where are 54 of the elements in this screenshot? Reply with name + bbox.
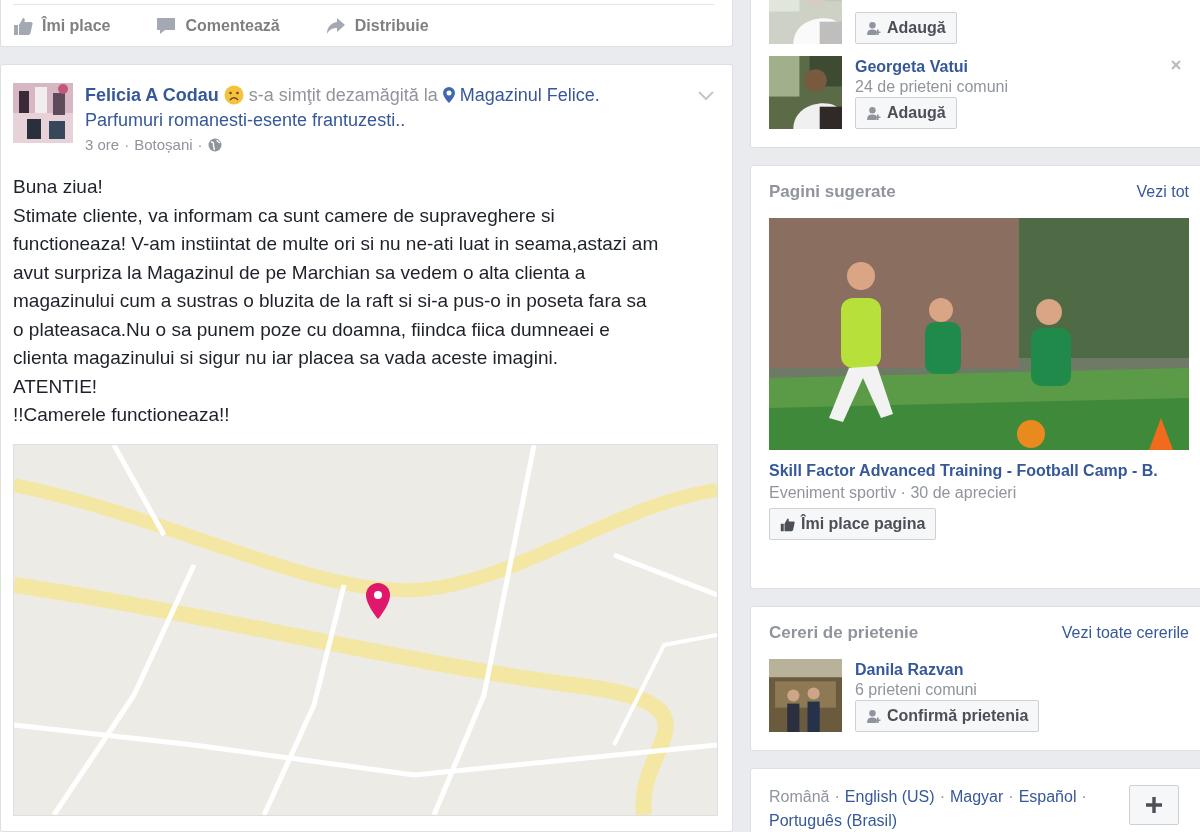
section-title: Pagini sugerate	[769, 182, 896, 202]
page-name-link[interactable]: Skill Factor Advanced Training - Football Camp - B.	[769, 462, 1200, 480]
person-name-link[interactable]: Georgeta Vatui	[855, 57, 1008, 77]
separator-dot: ·	[834, 787, 840, 807]
post-text-line: avut surpriza la Magazinul de pe Marchian sa vedem o alta clienta a	[13, 260, 586, 285]
language-link[interactable]: Magyar	[949, 785, 1004, 809]
globe-icon	[207, 137, 222, 152]
add-person-icon	[866, 708, 881, 724]
post-text-line: !!Camerele functioneaza!!	[13, 403, 230, 427]
language-link[interactable]: Português (Brasil)	[769, 809, 898, 832]
action-link[interactable]: Distribuie	[354, 16, 429, 35]
separator-dot: ·	[197, 136, 203, 153]
action-link[interactable]: Comentează	[185, 16, 280, 35]
action-link[interactable]: Îmi place	[42, 16, 111, 35]
add-friend-button[interactable]: Adaugă	[855, 97, 957, 129]
post-text-line: magazinului cum a sustras o bluzita de la raft si si-a pus-o in poseta fara sa	[13, 289, 647, 313]
confirm-friend-button[interactable]: Confirmă prietenia	[855, 700, 1040, 732]
separator-dot: ·	[1081, 787, 1087, 807]
sad-face-icon	[223, 85, 244, 105]
author-link[interactable]: Felicia A Codau	[85, 83, 219, 107]
share-arrow-icon	[325, 16, 346, 35]
language-link[interactable]: English (US)	[844, 785, 935, 809]
post-text-line: ATENTIE!	[13, 374, 98, 399]
feeling-text: s-a simţit dezamăgită la	[248, 84, 438, 107]
plus-icon	[1146, 797, 1162, 813]
add-friend-button[interactable]: Adaugă	[855, 12, 957, 44]
add-person-icon	[866, 20, 881, 36]
thumbs-up-icon	[13, 16, 33, 35]
post-text-line: Stimate cliente, va informam ca sunt camere de supraveghere si	[13, 203, 555, 228]
see-all-link[interactable]: Vezi toate cererile	[1061, 624, 1189, 642]
section-title: Cereri de prietenie	[769, 623, 919, 643]
thumbs-up-icon	[780, 516, 795, 532]
like-page-button[interactable]: Îmi place pagina	[769, 508, 937, 540]
mutual-friends-text: 6 prieteni comuni	[855, 680, 978, 700]
speech-bubble-icon	[156, 16, 177, 35]
separator-dot: ·	[1008, 787, 1014, 807]
separator-dot: ·	[939, 787, 945, 807]
place-link[interactable]: Magazinul Felice.	[459, 83, 600, 107]
place-detail-link[interactable]: Parfumuri romanesti-esente frantuzesti..	[85, 107, 720, 133]
mutual-friends-text: 24 de prieteni comuni	[855, 77, 1008, 97]
person-name-link[interactable]: Danila Razvan	[855, 660, 1040, 680]
add-person-icon	[866, 105, 881, 121]
see-all-link[interactable]: Vezi tot	[1136, 183, 1189, 201]
language-link[interactable]: Español	[1018, 785, 1077, 809]
chevron-down-icon[interactable]	[698, 91, 714, 101]
post-text-line: o plateasaca.Nu o sa punem poze cu doamna, fiindca fiica dumneaei e	[13, 317, 610, 342]
separator-dot: ·	[124, 136, 130, 153]
post-text-line: functioneaza! V-am instiintat de multe ori si nu ne-ati luat in seama,astazi am	[13, 232, 659, 256]
post-text-line: Buna ziua!	[13, 175, 103, 199]
location-pin-icon	[442, 87, 455, 103]
page-meta-text: Eveniment sportiv · 30 de aprecieri	[769, 484, 1018, 502]
close-icon[interactable]	[1171, 60, 1181, 70]
more-languages-button[interactable]	[1129, 785, 1179, 825]
post-text-line: clienta magazinului si sigur nu iar placea sa vada aceste imagini.	[13, 346, 558, 370]
